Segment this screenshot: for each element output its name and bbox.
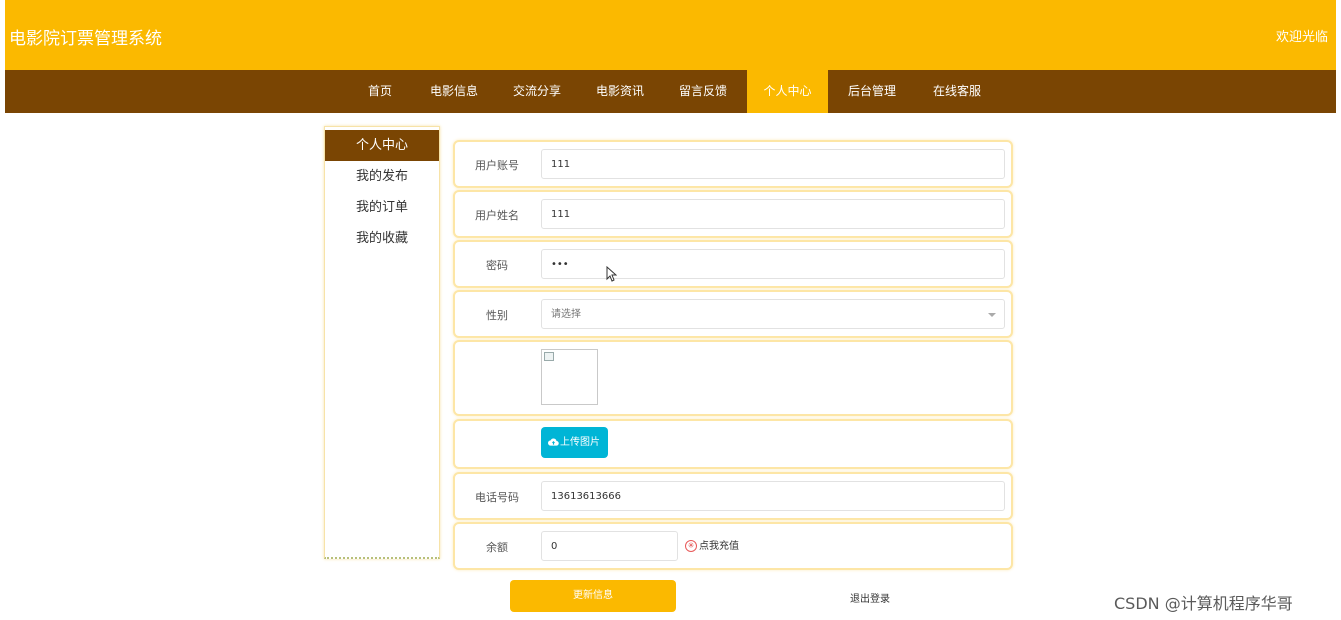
- row-username: 用户账号 111: [453, 140, 1013, 188]
- nav-item-admin[interactable]: 后台管理: [844, 70, 900, 113]
- gender-select-placeholder: 请选择: [551, 309, 581, 320]
- avatar-image: [541, 349, 598, 405]
- sidebar-item-profile[interactable]: 个人中心: [325, 130, 439, 161]
- recharge-link[interactable]: ✳ 点我充值: [685, 537, 739, 552]
- name-label: 用户姓名: [475, 209, 519, 222]
- row-upload: 上传图片: [453, 419, 1013, 469]
- phone-input[interactable]: 13613613666: [541, 481, 1005, 511]
- upload-image-button[interactable]: 上传图片: [541, 427, 608, 458]
- sidebar-item-my-favorites[interactable]: 我的收藏: [325, 223, 439, 254]
- welcome-text: 欢迎光临: [1276, 30, 1329, 45]
- recharge-icon: ✳: [685, 540, 697, 552]
- nav-item-share[interactable]: 交流分享: [509, 70, 565, 113]
- cloud-upload-icon: [548, 438, 559, 446]
- watermark: CSDN @计算机程序华哥: [1114, 594, 1293, 613]
- sidebar-item-my-posts[interactable]: 我的发布: [325, 161, 439, 192]
- row-gender: 性别 请选择: [453, 290, 1013, 338]
- name-input[interactable]: 111: [541, 199, 1005, 229]
- nav-item-feedback[interactable]: 留言反馈: [675, 70, 731, 113]
- balance-label: 余额: [486, 541, 508, 554]
- nav-item-support[interactable]: 在线客服: [929, 70, 985, 113]
- logout-link[interactable]: 退出登录: [850, 590, 890, 605]
- phone-label: 电话号码: [475, 491, 519, 504]
- nav-item-profile[interactable]: 个人中心: [747, 70, 828, 113]
- balance-input[interactable]: 0: [541, 531, 678, 561]
- update-info-button[interactable]: 更新信息: [510, 580, 676, 612]
- main-nav: 首页 电影信息 交流分享 电影资讯 留言反馈 个人中心 后台管理 在线客服: [5, 70, 1336, 113]
- row-avatar-preview: [453, 340, 1013, 416]
- username-input[interactable]: 111: [541, 149, 1005, 179]
- row-password: 密码 •••: [453, 240, 1013, 288]
- header: 电影院订票管理系统 欢迎光临: [5, 0, 1336, 70]
- password-label: 密码: [486, 259, 508, 272]
- gender-select[interactable]: 请选择: [541, 299, 1005, 329]
- recharge-label: 点我充值: [699, 541, 739, 552]
- row-balance: 余额 0 ✳ 点我充值: [453, 522, 1013, 570]
- row-name: 用户姓名 111: [453, 190, 1013, 238]
- gender-label: 性别: [486, 309, 508, 322]
- nav-item-movies[interactable]: 电影信息: [426, 70, 482, 113]
- site-title: 电影院订票管理系统: [9, 29, 162, 49]
- mouse-cursor-icon: [606, 266, 617, 282]
- row-phone: 电话号码 13613613666: [453, 472, 1013, 520]
- nav-item-news[interactable]: 电影资讯: [592, 70, 648, 113]
- sidebar-item-my-orders[interactable]: 我的订单: [325, 192, 439, 223]
- broken-image-icon: [544, 352, 554, 361]
- upload-image-label: 上传图片: [560, 437, 600, 448]
- nav-item-home[interactable]: 首页: [360, 70, 400, 113]
- chevron-down-icon: [988, 313, 996, 317]
- sidebar: 个人中心 我的发布 我的订单 我的收藏: [324, 126, 440, 559]
- username-label: 用户账号: [475, 159, 519, 172]
